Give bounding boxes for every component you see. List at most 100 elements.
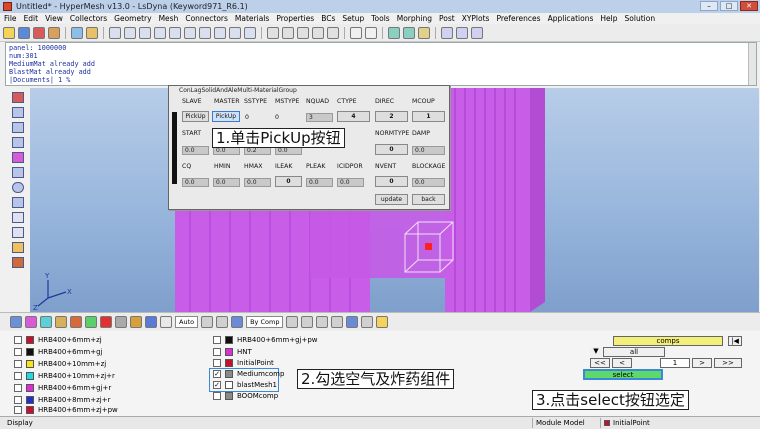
center-icon[interactable] <box>297 26 309 39</box>
component-item[interactable]: HRB400+6mm+gj+pw <box>213 336 318 344</box>
layer-icon[interactable] <box>12 257 24 268</box>
shaded-icon[interactable] <box>12 152 24 163</box>
by-comp-select[interactable]: By Comp <box>246 315 284 328</box>
hide-icon[interactable] <box>115 315 127 328</box>
minimize-button[interactable]: – <box>700 1 718 11</box>
view-iso-icon[interactable] <box>214 26 226 39</box>
component-item[interactable]: HRB400+6mm+gj+r <box>14 384 111 392</box>
pan-icon[interactable] <box>124 26 136 39</box>
component-item[interactable]: HRB400+6mm+zj <box>14 336 102 344</box>
calc-icon[interactable] <box>471 26 483 39</box>
elements-icon[interactable] <box>10 315 22 328</box>
select-button[interactable]: select <box>583 369 663 380</box>
view-side-icon[interactable] <box>184 26 196 39</box>
slave-pickup-button[interactable]: PickUp <box>182 111 209 122</box>
measure-icon[interactable] <box>441 26 453 39</box>
undo-icon[interactable] <box>365 26 377 39</box>
component-checkbox[interactable] <box>14 396 22 404</box>
isolate-icon[interactable] <box>130 315 142 328</box>
component-checkbox[interactable] <box>213 336 221 344</box>
menu-connectors[interactable]: Connectors <box>185 14 228 23</box>
command-window[interactable]: panel: 1000000 num:301 MediumMat already… <box>5 42 757 86</box>
results-icon[interactable] <box>403 26 415 39</box>
comps-selector[interactable]: comps <box>613 336 723 346</box>
component-checkbox[interactable] <box>14 384 22 392</box>
next-button[interactable]: > <box>692 358 712 368</box>
component-item[interactable]: HRB400+10mm+zj <box>14 360 106 368</box>
plane-icon[interactable] <box>331 315 344 328</box>
close-button[interactable]: ✕ <box>740 1 758 11</box>
component-item[interactable]: HRB400+6mm+zj+pw <box>14 406 118 414</box>
rotate-icon[interactable] <box>139 26 151 39</box>
globe-icon[interactable] <box>12 182 24 193</box>
menu-tools[interactable]: Tools <box>371 14 389 23</box>
menu-bcs[interactable]: BCs <box>321 14 335 23</box>
grid-icon[interactable] <box>286 315 299 328</box>
circle-view-icon[interactable] <box>282 26 294 39</box>
star-icon[interactable] <box>376 315 389 328</box>
component-checkbox[interactable] <box>14 336 22 344</box>
label-abc-icon[interactable] <box>12 227 24 238</box>
menu-help[interactable]: Help <box>600 14 617 23</box>
wireframe-icon[interactable] <box>12 167 24 178</box>
element-icon[interactable] <box>12 137 24 148</box>
master-pickup-button[interactable]: PickUp <box>212 111 240 122</box>
mesh-lines-icon[interactable] <box>40 315 52 328</box>
page-number-field[interactable]: 1 <box>660 358 690 368</box>
surface-icon[interactable] <box>12 122 24 133</box>
solid-icon[interactable] <box>346 315 359 328</box>
mcoup-button[interactable]: 1 <box>412 111 445 122</box>
mask-icon[interactable] <box>418 26 430 39</box>
all-button[interactable]: all <box>603 347 665 357</box>
nquad-field[interactable]: 3 <box>306 113 333 122</box>
component-item[interactable]: HRB400+8mm+zj+r <box>14 396 110 404</box>
node-icon[interactable] <box>12 197 24 208</box>
checked-checkbox[interactable]: ✓ <box>213 381 221 389</box>
cube-red-icon[interactable] <box>12 92 24 103</box>
first-page-button[interactable]: |◀ <box>728 336 742 346</box>
view-front-icon[interactable] <box>169 26 181 39</box>
back-button[interactable]: back <box>412 194 445 205</box>
menu-morphing[interactable]: Morphing <box>397 14 432 23</box>
ctype-button[interactable]: 4 <box>337 111 370 122</box>
hmin-field[interactable]: 0.0 <box>213 178 240 187</box>
component-icon[interactable] <box>86 26 98 39</box>
auto-icon[interactable] <box>160 315 172 328</box>
refresh-icon[interactable] <box>350 26 362 39</box>
component-item[interactable]: InitialPoint <box>213 359 274 367</box>
sum-icon[interactable] <box>456 26 468 39</box>
menu-post[interactable]: Post <box>439 14 455 23</box>
update-button[interactable]: update <box>375 194 408 205</box>
component-item[interactable]: HRB400+10mm+zj+r <box>14 372 115 380</box>
menu-setup[interactable]: Setup <box>342 14 364 23</box>
component-checkbox[interactable] <box>14 372 22 380</box>
menu-view[interactable]: View <box>45 14 63 23</box>
chevron-down-icon[interactable]: ▼ <box>590 347 602 357</box>
transparency-icon[interactable] <box>55 315 67 328</box>
damp-field[interactable]: 0.0 <box>412 146 445 155</box>
zoom-icon[interactable] <box>109 26 121 39</box>
component-checkbox[interactable] <box>213 392 221 400</box>
menu-applications[interactable]: Applications <box>548 14 594 23</box>
view-back-icon[interactable] <box>244 26 256 39</box>
cursor-icon[interactable] <box>327 26 339 39</box>
nvent-button[interactable]: 0 <box>375 176 408 187</box>
component-item[interactable]: ✓ blastMesh1 <box>213 381 277 389</box>
menu-solution[interactable]: Solution <box>625 14 656 23</box>
label-123-icon[interactable] <box>12 212 24 223</box>
cq-field[interactable]: 0.0 <box>182 178 209 187</box>
hmax-field[interactable]: 0.0 <box>244 178 271 187</box>
menu-mesh[interactable]: Mesh <box>159 14 179 23</box>
label-abc-2-icon[interactable] <box>12 242 24 253</box>
mask-elements-icon[interactable] <box>145 315 157 328</box>
component-item[interactable]: BOOMcomp <box>213 392 278 400</box>
command-scrollbar[interactable] <box>748 43 756 85</box>
ileak-button[interactable]: 0 <box>275 176 302 187</box>
pleak-field[interactable]: 0.0 <box>306 178 333 187</box>
menu-file[interactable]: File <box>4 14 17 23</box>
mesh-icon[interactable] <box>12 107 24 118</box>
export-icon[interactable] <box>48 26 60 39</box>
menu-edit[interactable]: Edit <box>24 14 39 23</box>
component-item[interactable]: HRB400+6mm+gj <box>14 348 103 356</box>
cube-icon[interactable] <box>231 315 244 328</box>
